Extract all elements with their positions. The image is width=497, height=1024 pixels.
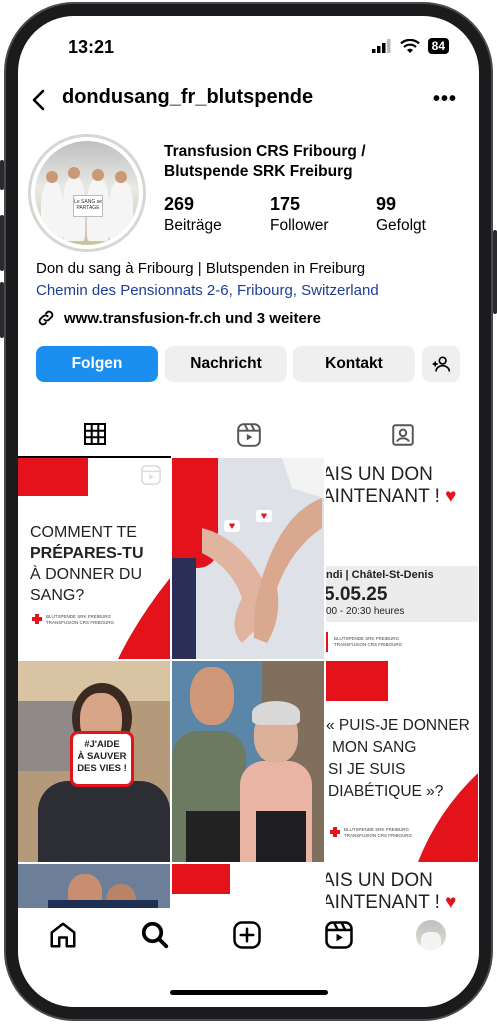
stat-value: 175 <box>270 194 301 214</box>
profile-username: dondusang_fr_blutspende <box>62 86 314 108</box>
profile-nav-avatar[interactable] <box>416 920 446 950</box>
suggest-people-button[interactable] <box>422 346 460 382</box>
avatar-head <box>68 167 80 179</box>
post-tile[interactable]: #J'AIDE À SAUVER DES VIES ! <box>18 661 170 862</box>
arms-heart-illustration <box>202 458 324 643</box>
add-person-icon <box>432 356 451 372</box>
avatar-photo: Le SANG se PARTAGE <box>35 141 139 245</box>
post-tile[interactable] <box>172 661 324 862</box>
event-date: 5.05.25 <box>326 584 388 605</box>
sign-line: À SAUVER <box>77 751 127 762</box>
profile-website-link[interactable]: www.transfusion-fr.ch und 3 weitere <box>36 308 321 328</box>
power-button <box>493 230 497 314</box>
contact-button[interactable]: Kontakt <box>293 346 415 382</box>
home-indicator <box>170 990 328 995</box>
caption-line: AIS UN DON <box>326 870 433 891</box>
avatar-person <box>109 181 133 241</box>
held-sign: #J'AIDE À SAUVER DES VIES ! <box>70 731 134 787</box>
post-logo-text: BLUTSPENDE SRK FREIBURG TRANSFUSION CRS … <box>46 614 114 626</box>
avatar-head <box>115 171 127 183</box>
website-link-text: www.transfusion-fr.ch und 3 weitere <box>64 309 321 327</box>
logo-line: TRANSFUSION CRS FRIBOURG <box>46 620 115 625</box>
event-info-box: ndi | Châtel-St-Denis 5.05.25 00 - 20:30… <box>326 566 478 622</box>
full-name-line1: Transfusion CRS Fribourg / <box>164 143 366 160</box>
link-icon <box>38 310 54 326</box>
message-button[interactable]: Nachricht <box>165 346 287 382</box>
post-caption: AIS UN DON AINTENANT ! ♥ <box>326 464 456 508</box>
battery-level: 84 <box>427 38 449 54</box>
post-tile[interactable]: COMMENT TE PRÉPARES-TU À DONNER DU SANG?… <box>18 458 170 659</box>
profile-bio: Don du sang à Fribourg | Blutspenden in … <box>36 260 366 277</box>
post-logo-text: BLUTSPENDE SRK FREIBURG TRANSFUSION CRS … <box>334 636 402 648</box>
profile-full-name: Transfusion CRS Fribourg / Blutspende SR… <box>164 142 366 182</box>
avatar-head <box>46 171 58 183</box>
avatar-head <box>92 169 104 181</box>
signal-icon <box>371 39 391 53</box>
stat-value: 269 <box>164 194 195 214</box>
man-trousers <box>186 811 242 862</box>
reels-nav-icon[interactable] <box>324 920 354 950</box>
person-body <box>38 781 170 862</box>
home-icon[interactable] <box>48 920 78 950</box>
full-name-line2: Blutspende SRK Freiburg <box>164 163 353 180</box>
red-banner <box>172 864 230 894</box>
event-hours: 00 - 20:30 heures <box>326 606 405 617</box>
status-icons: 84 <box>371 38 449 54</box>
profile-address-link[interactable]: Chemin des Pensionnats 2-6, Fribourg, Sw… <box>36 282 379 299</box>
post-logo-text: BLUTSPENDE SRK FREIBURG TRANSFUSION CRS … <box>344 827 412 839</box>
volume-down-button <box>0 282 4 338</box>
screen: 13:21 84 dondusang_fr_blutspende ••• Le … <box>18 16 479 1007</box>
woman-hair <box>252 701 300 725</box>
logo-line: TRANSFUSION CRS FRIBOURG <box>334 642 403 647</box>
stat-followers[interactable]: 175 Follower <box>270 194 376 235</box>
tab-reels[interactable] <box>172 412 325 458</box>
search-icon[interactable] <box>140 920 170 950</box>
stat-label: Gefolgt <box>376 217 426 234</box>
stat-label: Beiträge <box>164 217 222 234</box>
create-post-icon[interactable] <box>232 920 262 950</box>
avatar-person <box>41 181 63 241</box>
sign-line: DES VIES ! <box>77 763 127 774</box>
wifi-icon <box>399 38 420 53</box>
profile-stats: 269 Beiträge 175 Follower 99 Gefolgt <box>164 194 479 235</box>
man-face <box>190 667 234 725</box>
logo-line: TRANSFUSION CRS FRIBOURG <box>344 833 413 838</box>
stat-value: 99 <box>376 194 397 214</box>
profile-header: dondusang_fr_blutspende ••• <box>18 82 479 122</box>
avatar-sign: Le SANG se PARTAGE <box>73 195 103 217</box>
more-options-icon[interactable]: ••• <box>433 88 457 111</box>
status-time: 13:21 <box>68 37 115 57</box>
red-swoosh <box>118 578 170 659</box>
status-bar: 13:21 84 <box>18 16 479 76</box>
back-arrow-icon[interactable] <box>28 88 52 112</box>
profile-avatar[interactable]: Le SANG se PARTAGE <box>28 134 146 252</box>
tagged-icon <box>391 424 414 446</box>
post-tile[interactable]: « PUIS-JE DONNER MON SANG SI JE SUIS DIA… <box>326 661 478 862</box>
reels-icon <box>236 423 261 447</box>
tab-grid[interactable] <box>18 412 171 458</box>
jacket-in-hand <box>256 811 306 862</box>
tab-tagged[interactable] <box>326 412 479 458</box>
red-cross-logo-icon <box>32 614 42 624</box>
stat-label: Follower <box>270 217 329 234</box>
follow-button[interactable]: Folgen <box>36 346 158 382</box>
red-cross-logo-icon <box>330 827 340 837</box>
background-crowd <box>18 701 78 771</box>
avatar-people <box>421 932 441 950</box>
caption-line: AINTENANT ! ♥ <box>326 486 457 507</box>
sign-line: #J'AIDE <box>84 739 120 750</box>
profile-tabs <box>18 412 479 458</box>
stat-following[interactable]: 99 Gefolgt <box>376 194 479 235</box>
caption-line: AIS UN DON <box>326 464 433 485</box>
post-tile[interactable] <box>172 458 324 659</box>
red-stripe <box>326 632 328 652</box>
stat-posts[interactable]: 269 Beiträge <box>164 194 270 235</box>
post-tile[interactable]: AIS UN DON AINTENANT ! ♥ ndi | Châtel-St… <box>326 458 478 659</box>
mute-switch <box>0 160 4 190</box>
bottom-navigation <box>18 908 479 1007</box>
grid-icon <box>83 423 106 445</box>
event-place: ndi | Châtel-St-Denis <box>326 569 434 581</box>
volume-up-button <box>0 215 4 271</box>
